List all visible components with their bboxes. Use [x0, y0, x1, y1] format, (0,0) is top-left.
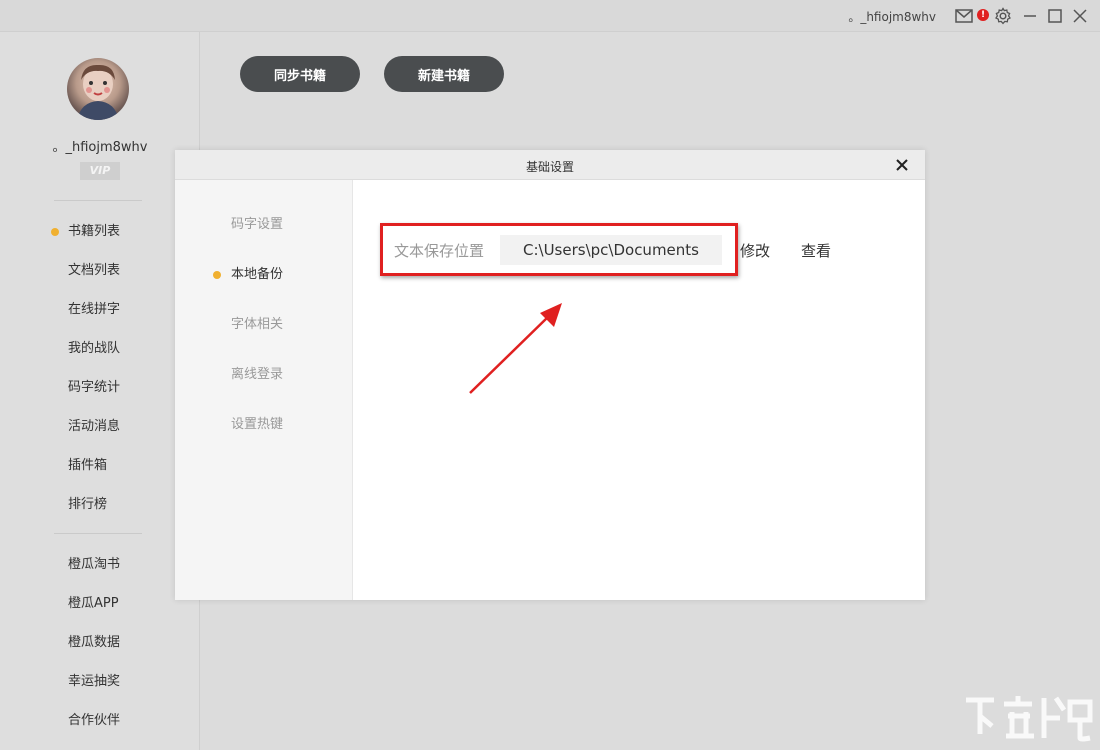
divider — [54, 533, 142, 534]
minimize-icon[interactable] — [1021, 7, 1039, 25]
sync-books-button[interactable]: 同步书籍 — [240, 56, 360, 92]
vip-badge[interactable]: VIP — [80, 162, 120, 180]
dialog-title: 基础设置 — [525, 160, 574, 174]
close-icon[interactable] — [1071, 7, 1089, 25]
active-dot-icon — [213, 271, 221, 279]
avatar[interactable] — [67, 58, 129, 120]
menu-item-hotkeys[interactable]: 设置热键 — [231, 415, 283, 435]
sidebar-item-lottery[interactable]: 幸运抽奖 — [68, 672, 120, 692]
title-bar: 。_hfiojm8whv ! — [0, 0, 1100, 32]
maximize-icon[interactable] — [1046, 7, 1064, 25]
sidebar-item-data[interactable]: 橙瓜数据 — [68, 633, 120, 653]
sidebar-item-books[interactable]: 书籍列表 — [68, 222, 120, 242]
sidebar-item-docs[interactable]: 文档列表 — [68, 261, 120, 281]
sidebar-item-team[interactable]: 我的战队 — [68, 339, 120, 359]
sidebar-username: 。_hfiojm8whv — [52, 140, 148, 155]
sidebar-item-taoshu[interactable]: 橙瓜淘书 — [68, 555, 120, 575]
sidebar-item-ranking[interactable]: 排行榜 — [68, 495, 107, 515]
view-button[interactable]: 查看 — [801, 240, 831, 261]
highlight-box — [380, 223, 738, 276]
sidebar-item-online-typing[interactable]: 在线拼字 — [68, 300, 120, 320]
dialog-close-icon[interactable] — [893, 156, 911, 174]
menu-item-typing-settings[interactable]: 码字设置 — [231, 215, 283, 235]
sidebar-item-stats[interactable]: 码字统计 — [68, 378, 120, 398]
active-dot-icon — [51, 228, 59, 236]
menu-item-offline-login[interactable]: 离线登录 — [231, 365, 283, 385]
titlebar-username[interactable]: 。_hfiojm8whv — [848, 8, 936, 25]
sidebar-item-events[interactable]: 活动消息 — [68, 417, 120, 437]
dialog-header: 基础设置 — [175, 150, 925, 180]
watermark-logo-icon — [966, 696, 1093, 742]
gear-icon[interactable] — [994, 7, 1012, 25]
divider — [54, 200, 142, 201]
mail-icon[interactable] — [955, 7, 973, 25]
modify-button[interactable]: 修改 — [740, 240, 770, 261]
alert-icon[interactable]: ! — [977, 9, 989, 21]
menu-item-local-backup[interactable]: 本地备份 — [231, 265, 283, 285]
sidebar: 。_hfiojm8whv VIP 书籍列表 文档列表 在线拼字 我的战队 码字统… — [0, 32, 200, 750]
menu-item-font[interactable]: 字体相关 — [231, 315, 283, 335]
sidebar-item-app[interactable]: 橙瓜APP — [68, 594, 119, 614]
sidebar-item-partners[interactable]: 合作伙伴 — [68, 711, 120, 731]
dialog-menu: 码字设置 本地备份 字体相关 离线登录 设置热键 — [175, 180, 353, 600]
new-book-button[interactable]: 新建书籍 — [384, 56, 504, 92]
annotation-arrow-icon — [469, 303, 562, 394]
sidebar-item-plugins[interactable]: 插件箱 — [68, 456, 107, 476]
